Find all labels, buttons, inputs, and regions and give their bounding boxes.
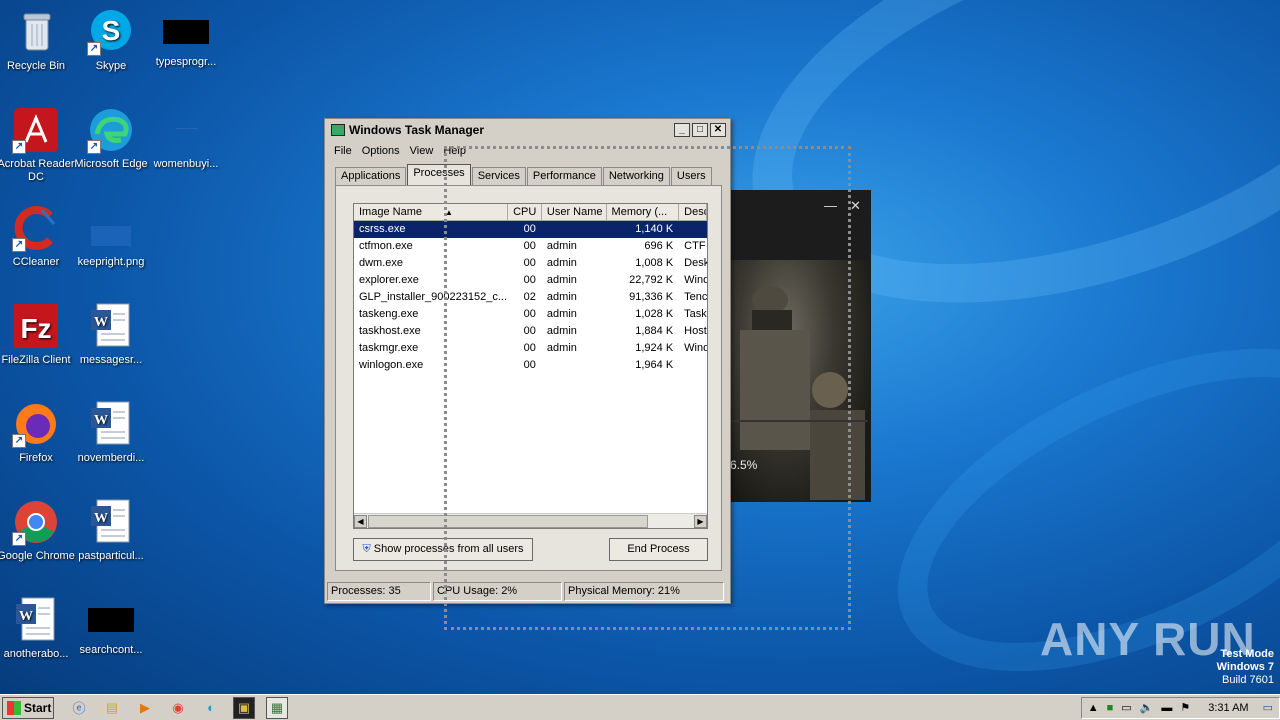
game-installer-icon[interactable]: ▣ [233, 696, 255, 719]
desktop-icon-label: Google Chrome [0, 550, 75, 562]
os-label: Windows 7 [1216, 661, 1274, 673]
desktop-icon-label: anotherabo... [3, 648, 69, 660]
windows-logo-icon [7, 700, 21, 715]
image-file-icon [87, 204, 135, 252]
desktop-icon-label: novemberdi... [77, 452, 145, 464]
blank-file-icon [162, 106, 210, 154]
title-bar[interactable]: Windows Task Manager _ □ ✕ [325, 119, 730, 141]
filezilla-icon: Fz [12, 302, 60, 350]
desktop-icon-filezilla[interactable]: Fz FileZilla Client [0, 302, 76, 367]
desktop-icon-label: pastparticul... [78, 550, 144, 562]
chrome-icon[interactable]: ◉ [167, 697, 189, 719]
desktop-icon-novemberdi[interactable]: W novemberdi... [71, 400, 151, 465]
word-doc-icon: W [87, 302, 135, 350]
desktop-icon-label: FileZilla Client [1, 354, 71, 366]
firefox-icon: ↗ [12, 400, 60, 448]
shortcut-arrow-icon: ↗ [12, 238, 26, 252]
svg-text:W: W [94, 413, 108, 428]
battery-icon[interactable]: ▬ [1161, 702, 1172, 714]
test-mode-watermark: Test Mode Windows 7 Build 7601 [1217, 648, 1274, 687]
word-doc-icon: W [87, 400, 135, 448]
desktop-icon-label: typesprogr... [155, 56, 217, 68]
desktop-icon-ccleaner[interactable]: ↗ CCleaner [0, 204, 76, 269]
desktop-icon-anotherabo[interactable]: W anotherabo... [0, 596, 76, 661]
desktop-icon-typesprogr[interactable]: typesprogr... [146, 8, 226, 69]
close-icon[interactable]: ✕ [850, 198, 861, 214]
task-manager-icon [331, 124, 345, 136]
shortcut-arrow-icon: ↗ [87, 140, 101, 154]
edge-icon: ↗ [87, 106, 135, 154]
task-manager-icon[interactable]: ▦ [266, 696, 288, 719]
build-label: Build 7601 [1222, 674, 1274, 686]
svg-text:Fz: Fz [20, 313, 51, 344]
media-player-icon[interactable]: ▶ [134, 697, 156, 719]
menu-file[interactable]: File [329, 145, 357, 157]
desktop-icon-label: keepright.png [77, 256, 145, 268]
desktop-icon-label: Microsoft Edge [74, 158, 148, 170]
desktop-icon-label: messagesr... [79, 354, 143, 366]
shortcut-arrow-icon: ↗ [12, 140, 26, 154]
status-processes: Processes: 35 [327, 582, 431, 601]
blank-file-icon [163, 20, 209, 44]
svg-text:S: S [102, 15, 121, 46]
desktop-icon-edge[interactable]: ↗ Microsoft Edge [71, 106, 151, 171]
desktop-icon-skype[interactable]: S ↗ Skype [71, 8, 151, 73]
edge-icon[interactable]: ◐ [200, 697, 222, 719]
start-button[interactable]: Start [2, 696, 54, 719]
tray-app-icon[interactable]: ■ [1107, 702, 1114, 714]
quick-launch: ⓔ ▤ ▶ ◉ ◐ ▣ ▦ [68, 696, 288, 719]
recycle-bin-icon [12, 8, 60, 56]
close-button[interactable]: ✕ [710, 123, 726, 137]
desktop-icon-searchcont[interactable]: searchcont... [71, 596, 151, 657]
scroll-left-icon[interactable]: ◀ [354, 515, 367, 528]
maximize-button[interactable]: □ [692, 123, 708, 137]
desktop-icon-pastparticul[interactable]: W pastparticul... [71, 498, 151, 563]
blank-file-icon [88, 608, 134, 632]
desktop-icon-recycle-bin[interactable]: Recycle Bin [0, 8, 76, 73]
svg-text:W: W [19, 609, 33, 624]
explorer-icon[interactable]: ▤ [101, 697, 123, 719]
test-mode-label: Test Mode [1220, 648, 1274, 660]
shortcut-arrow-icon: ↗ [12, 434, 26, 448]
shortcut-arrow-icon: ↗ [12, 532, 26, 546]
desktop-icon-label: Recycle Bin [6, 60, 66, 72]
window-title: Windows Task Manager [349, 123, 485, 137]
volume-icon[interactable]: 🔈 [1140, 701, 1154, 714]
desktop-icon-label: searchcont... [79, 644, 143, 656]
clock[interactable]: 3:31 AM [1208, 702, 1248, 714]
desktop-icon-womenbuyi[interactable]: womenbuyi... [146, 106, 226, 171]
desktop-icon-label: womenbuyi... [153, 158, 219, 170]
action-center-flag-icon[interactable]: ⚑ [1180, 701, 1190, 714]
desktop-icon-acrobat[interactable]: ↗ Acrobat Reader DC [0, 106, 76, 184]
window-drag-outline [444, 146, 851, 630]
uac-shield-icon: ⛨ [362, 543, 371, 555]
desktop-icon-messagesr[interactable]: W messagesr... [71, 302, 151, 367]
desktop-icon-firefox[interactable]: ↗ Firefox [0, 400, 76, 465]
desktop-icon-label: Acrobat Reader DC [0, 158, 75, 183]
minimize-button[interactable]: _ [674, 123, 690, 137]
ccleaner-icon: ↗ [12, 204, 60, 252]
svg-text:W: W [94, 315, 108, 330]
desktop-icon-label: CCleaner [12, 256, 60, 268]
show-desktop-icon[interactable]: ▭ [1263, 701, 1273, 714]
desktop-icon-label: Skype [95, 60, 127, 72]
acrobat-icon: ↗ [12, 106, 60, 154]
desktop-icon-label: Firefox [19, 452, 53, 464]
ie-icon[interactable]: ⓔ [68, 697, 90, 719]
svg-text:W: W [94, 511, 108, 526]
word-doc-icon: W [87, 498, 135, 546]
skype-icon: S ↗ [87, 8, 135, 56]
show-hidden-icons-icon[interactable]: ▲ [1088, 702, 1099, 714]
word-doc-icon: W [12, 596, 60, 644]
shortcut-arrow-icon: ↗ [87, 42, 101, 56]
menu-view[interactable]: View [405, 145, 439, 157]
network-icon[interactable]: ▭ [1121, 701, 1131, 714]
desktop-icon-chrome[interactable]: ↗ Google Chrome [0, 498, 76, 563]
chrome-icon: ↗ [12, 498, 60, 546]
system-tray: ▲ ■ ▭ 🔈 ▬ ⚑ 3:31 AM ▭ [1080, 696, 1280, 719]
taskbar: Start ⓔ ▤ ▶ ◉ ◐ ▣ ▦ ▲ ■ ▭ 🔈 ▬ ⚑ 3:31 AM … [0, 694, 1280, 720]
menu-options[interactable]: Options [357, 145, 405, 157]
desktop-icon-keepright[interactable]: keepright.png [71, 204, 151, 269]
tab-applications[interactable]: Applications [335, 167, 407, 185]
